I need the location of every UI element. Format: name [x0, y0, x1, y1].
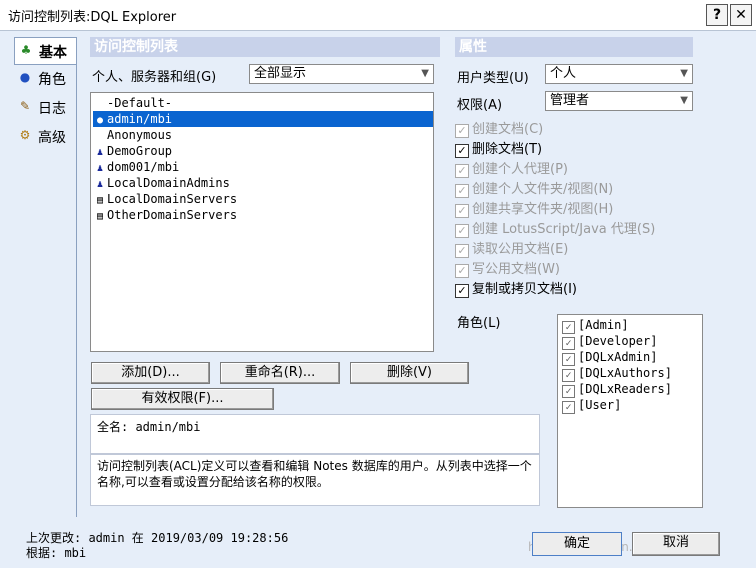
- access-value: 管理者: [550, 93, 590, 108]
- entry-name: OtherDomainServers: [107, 208, 238, 222]
- roles-label: 角色(L): [457, 316, 501, 331]
- acl-header: 访问控制列表: [90, 37, 440, 57]
- entry-name: admin/mbi: [107, 112, 173, 126]
- list-item[interactable]: Anonymous: [93, 127, 172, 143]
- entry-name: Anonymous: [107, 128, 173, 142]
- list-item[interactable]: ♟ LocalDomainAdmins: [93, 175, 230, 191]
- list-item[interactable]: ♟ dom001/mbi: [93, 159, 179, 175]
- tab-advanced-label: 高级: [38, 130, 66, 146]
- chevron-down-icon: ▼: [421, 68, 429, 79]
- tab-log-label: 日志: [38, 101, 66, 117]
- filter-label: 个人、服务器和组(G): [92, 70, 217, 85]
- entry-name: LocalDomainAdmins: [107, 176, 230, 190]
- access-select[interactable]: 管理者 ▼: [545, 91, 693, 111]
- tab-basic-label: 基本: [39, 45, 67, 61]
- cancel-button[interactable]: 取消: [632, 532, 720, 556]
- help-button[interactable]: ?: [706, 4, 728, 26]
- role-item[interactable]: ✓ [DQLxAuthors]: [562, 365, 672, 382]
- delete-button[interactable]: 删除(V): [350, 362, 469, 384]
- tab-advanced[interactable]: ⚙ 高级: [14, 123, 76, 149]
- list-item[interactable]: ▤ OtherDomainServers: [93, 207, 237, 223]
- entry-name: -Default-: [107, 96, 173, 110]
- window-title: 访问控制列表:DQL Explorer: [8, 10, 177, 25]
- permission-checkboxes: ✓ 创建文档(C) ✓ 删除文档(T) ✓ 创建个人代理(P) ✓ 创建个人文件夹/视图…: [455, 121, 695, 301]
- tab-log[interactable]: ✎ 日志: [14, 94, 76, 120]
- description-text: 访问控制列表(ACL)定义可以查看和编辑 Notes 数据库的用户。从列表中选择…: [97, 459, 532, 489]
- tab-separator: [76, 37, 77, 517]
- role-item[interactable]: ✓ [Developer]: [562, 333, 657, 350]
- filter-select[interactable]: 全部显示 ▼: [249, 64, 434, 84]
- title-bar: 访问控制列表:DQL Explorer ? ✕: [0, 0, 756, 31]
- role-item[interactable]: ✓ [User]: [562, 397, 621, 414]
- close-button[interactable]: ✕: [730, 4, 752, 26]
- user-type-select[interactable]: 个人 ▼: [545, 64, 693, 84]
- server-icon: ▤: [96, 211, 104, 222]
- attributes-header: 属性: [455, 37, 693, 57]
- user-type-value: 个人: [550, 66, 577, 81]
- basic-icon: ♣: [20, 43, 32, 57]
- filter-value: 全部显示: [254, 66, 307, 81]
- chevron-down-icon: ▼: [680, 95, 688, 106]
- access-label: 权限(A): [457, 98, 503, 113]
- chevron-down-icon: ▼: [680, 68, 688, 79]
- role-item[interactable]: ✓ [Admin]: [562, 317, 629, 334]
- add-button[interactable]: 添加(D)...: [91, 362, 210, 384]
- user-type-label: 用户类型(U): [457, 71, 529, 86]
- tab-basic[interactable]: ♣ 基本: [14, 37, 77, 65]
- list-item[interactable]: -Default-: [93, 95, 431, 111]
- log-icon: ✎: [19, 99, 31, 113]
- list-item-selected[interactable]: ● admin/mbi: [93, 111, 433, 127]
- roles-icon: ●: [19, 70, 31, 84]
- entry-name: DemoGroup: [107, 144, 173, 158]
- entry-name: dom001/mbi: [107, 160, 180, 174]
- fullname-box: 全名: admin/mbi: [90, 414, 540, 454]
- list-item[interactable]: ♟ DemoGroup: [93, 143, 172, 159]
- list-item[interactable]: ▤ LocalDomainServers: [93, 191, 237, 207]
- role-item[interactable]: ✓ [DQLxReaders]: [562, 381, 672, 398]
- description-box: 访问控制列表(ACL)定义可以查看和编辑 Notes 数据库的用户。从列表中选择…: [90, 454, 540, 506]
- role-item[interactable]: ✓ [DQLxAdmin]: [562, 349, 657, 366]
- acl-entry-list[interactable]: -Default- ● admin/mbi Anonymous ♟ DemoGrou…: [90, 92, 434, 352]
- advanced-icon: ⚙: [19, 128, 31, 142]
- entry-name: LocalDomainServers: [107, 192, 238, 206]
- fullname-text: 全名: admin/mbi: [97, 420, 201, 434]
- left-tab-strip: ♣ 基本 ● 角色 ✎ 日志 ⚙ 高级: [14, 37, 77, 517]
- tab-roles-label: 角色: [38, 72, 66, 88]
- effective-access-button[interactable]: 有效权限(F)...: [91, 388, 274, 410]
- rename-button[interactable]: 重命名(R)...: [220, 362, 340, 384]
- tab-roles[interactable]: ● 角色: [14, 65, 76, 91]
- ok-button[interactable]: 确定: [532, 532, 622, 556]
- root-text: 根据: mbi: [26, 546, 87, 560]
- roles-list[interactable]: ✓ [Admin] ✓ [Developer] ✓ [DQLxAdmin] ✓ [DQL…: [557, 314, 703, 508]
